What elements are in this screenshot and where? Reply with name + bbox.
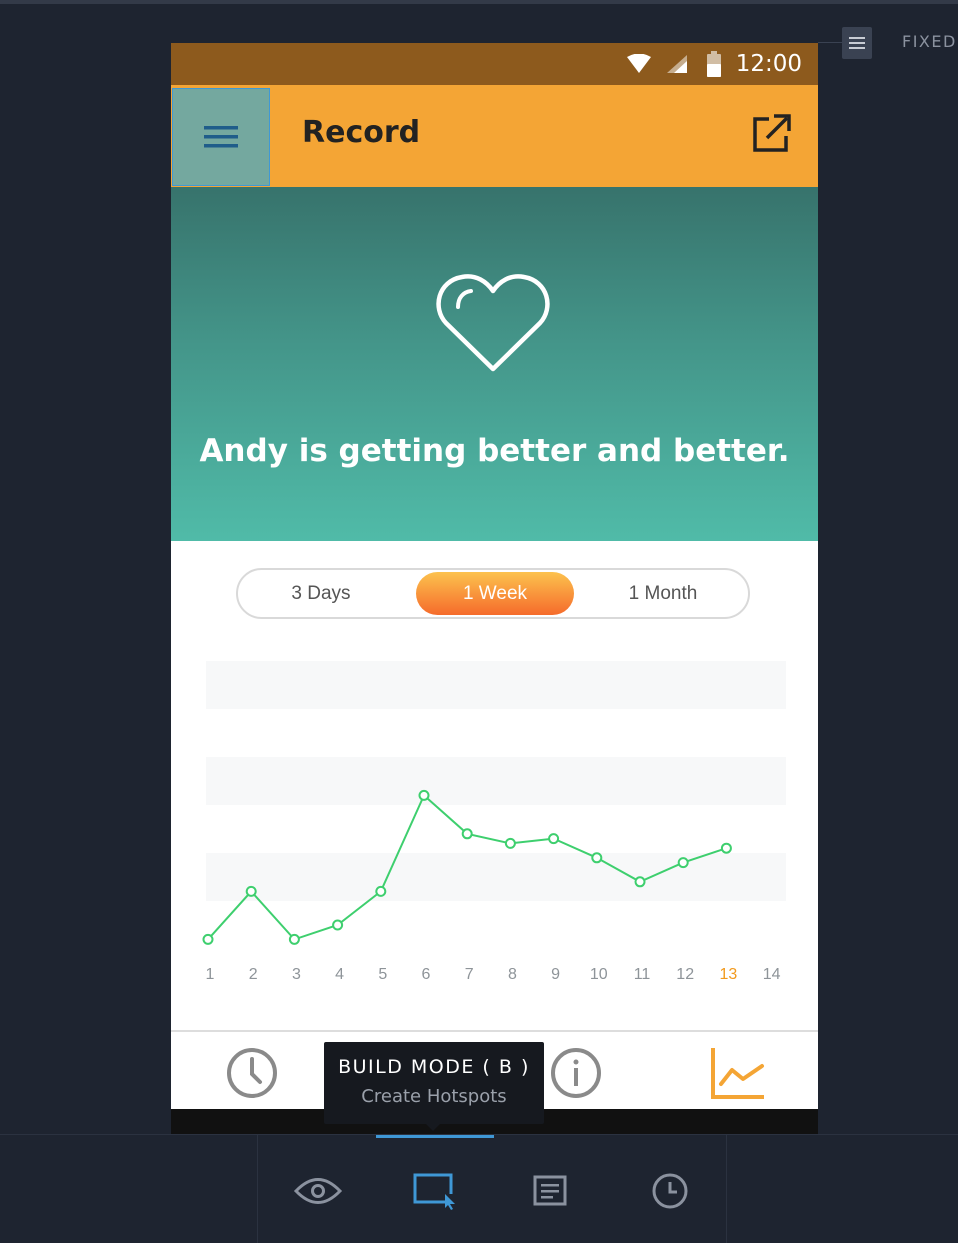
chart-icon[interactable] — [710, 1046, 766, 1100]
phone-screen: 12:00 Record Andy is getting better and … — [171, 43, 818, 1134]
fixed-label: FIXED — [902, 32, 957, 51]
chart-x-tick-label: 4 — [335, 966, 344, 983]
chart-point — [332, 919, 344, 931]
chart-point — [591, 852, 603, 864]
comments-icon — [533, 1175, 567, 1206]
page-title: Record — [302, 115, 421, 150]
history-icon — [652, 1173, 688, 1209]
chart-grid-band — [206, 661, 786, 709]
chart-x-tick-label: 12 — [676, 966, 694, 983]
range-option-1-week[interactable]: 1 Week — [416, 572, 574, 615]
hero-banner: Andy is getting better and better. — [171, 187, 818, 541]
fixed-toggle-button[interactable] — [842, 27, 872, 59]
chart-point — [288, 933, 300, 945]
info-icon[interactable] — [549, 1046, 603, 1100]
chart-point — [245, 885, 257, 897]
chart-x-tick-label: 8 — [508, 966, 517, 983]
bottom-toolbar — [0, 1134, 958, 1243]
battery-icon — [706, 51, 721, 77]
chart-point — [504, 837, 516, 849]
chart-x-tick-label: 5 — [378, 966, 387, 983]
hamburger-icon — [849, 37, 865, 49]
chart-x-tick-label: 2 — [249, 966, 258, 983]
preview-mode-button[interactable] — [288, 1165, 348, 1217]
mode-toolbar-group — [257, 1135, 727, 1243]
chart-point — [677, 857, 689, 869]
heart-icon — [436, 274, 550, 372]
chart-point — [720, 842, 732, 854]
range-selector: 3 Days 1 Week 1 Month — [236, 568, 750, 619]
build-mode-icon — [413, 1173, 455, 1210]
chart-point — [461, 828, 473, 840]
chart-x-tick-label: 6 — [422, 966, 431, 983]
fixed-connector-line — [818, 42, 842, 43]
chart-point — [418, 789, 430, 801]
chart-x-tick-label: 13 — [720, 966, 738, 983]
external-link-icon[interactable] — [749, 110, 795, 156]
chart-x-tick-label: 10 — [590, 966, 608, 983]
chart-x-tick-label: 3 — [292, 966, 301, 983]
hero-message: Andy is getting better and better. — [199, 433, 790, 469]
tooltip-arrow — [426, 1124, 440, 1131]
chart-grid-band — [206, 805, 786, 853]
chart-x-tick-label: 14 — [763, 966, 781, 983]
chart-x-tick-label: 9 — [551, 966, 560, 983]
preview-eye-icon — [294, 1178, 342, 1204]
chart-grid-band — [206, 853, 786, 901]
app-bar: Record — [171, 85, 818, 187]
range-option-1-month[interactable]: 1 Month — [603, 572, 723, 615]
progress-line-chart: 1 2 3 4 5 6 7 8 9 10 11 12 13 14 — [202, 661, 786, 983]
signal-icon — [666, 55, 687, 73]
status-time: 12:00 — [735, 51, 802, 77]
wifi-icon — [626, 54, 651, 73]
chart-point — [202, 933, 214, 945]
chart-point — [375, 885, 387, 897]
workspace-top-strip — [0, 0, 958, 4]
tooltip-subtitle: Create Hotspots — [361, 1086, 507, 1107]
build-mode-button[interactable] — [404, 1165, 464, 1217]
chart-x-tick-label: 7 — [465, 966, 474, 983]
comments-mode-button[interactable] — [521, 1165, 581, 1217]
tooltip-title: BUILD MODE ( B ) — [338, 1056, 530, 1078]
chart-x-tick-label: 11 — [634, 966, 651, 983]
chart-grid-band — [206, 757, 786, 805]
chart-point — [548, 833, 560, 845]
chart-x-tick-label: 1 — [206, 966, 215, 983]
range-option-3-days[interactable]: 3 Days — [266, 572, 376, 615]
hamburger-icon — [204, 126, 238, 148]
chart-point — [634, 876, 646, 888]
history-mode-button[interactable] — [640, 1165, 700, 1217]
chart-grid-band — [206, 709, 786, 757]
status-bar: 12:00 — [171, 43, 818, 85]
active-mode-indicator — [376, 1135, 494, 1138]
build-mode-tooltip: BUILD MODE ( B ) Create Hotspots — [324, 1042, 544, 1124]
clock-icon[interactable] — [225, 1046, 279, 1100]
menu-button[interactable] — [172, 88, 270, 186]
